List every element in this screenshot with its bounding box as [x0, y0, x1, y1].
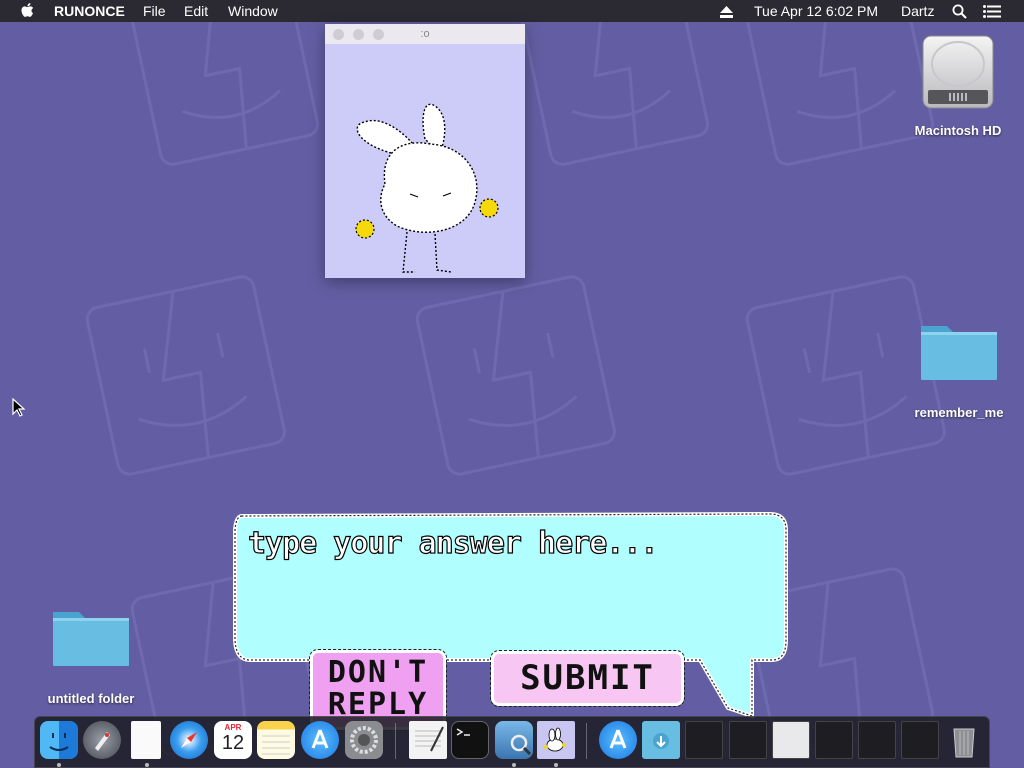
answer-input[interactable]: [246, 524, 770, 648]
downloads-folder-icon[interactable]: [642, 721, 680, 759]
dock: APR 12: [34, 716, 990, 768]
system-preferences-icon[interactable]: [345, 721, 383, 759]
minimized-window-thumb[interactable]: [815, 721, 853, 759]
minimized-window-thumb[interactable]: [772, 721, 810, 759]
app-store-downloads-icon[interactable]: [599, 721, 637, 759]
finder-icon[interactable]: [40, 721, 78, 759]
preview-icon[interactable]: [495, 721, 533, 759]
terminal-icon[interactable]: [451, 721, 489, 759]
minimized-window-thumb[interactable]: [901, 721, 939, 759]
running-indicator: [512, 763, 516, 767]
calendar-icon[interactable]: APR 12: [214, 721, 252, 759]
launchpad-icon[interactable]: [83, 721, 121, 759]
safari-icon[interactable]: [170, 721, 208, 759]
minimized-window-thumb[interactable]: [858, 721, 896, 759]
textedit-icon[interactable]: [409, 721, 447, 759]
dont-reply-label: DON'T REPLY: [327, 655, 429, 722]
dock-separator: [586, 723, 587, 759]
runonce-app-icon[interactable]: [537, 721, 575, 759]
running-indicator: [145, 763, 149, 767]
running-indicator: [554, 763, 558, 767]
submit-button[interactable]: SUBMIT: [490, 650, 685, 707]
running-indicator: [57, 763, 61, 767]
calendar-month: APR: [224, 723, 242, 732]
calendar-day: 12: [221, 732, 245, 754]
submit-label: SUBMIT: [520, 658, 655, 698]
dock-separator: [395, 723, 396, 759]
document-icon[interactable]: [131, 721, 161, 759]
minimized-window-thumb[interactable]: [729, 721, 767, 759]
trash-icon[interactable]: [945, 721, 983, 759]
app-store-icon[interactable]: [301, 721, 339, 759]
minimized-window-thumb[interactable]: [685, 721, 723, 759]
notes-icon[interactable]: [257, 721, 295, 759]
